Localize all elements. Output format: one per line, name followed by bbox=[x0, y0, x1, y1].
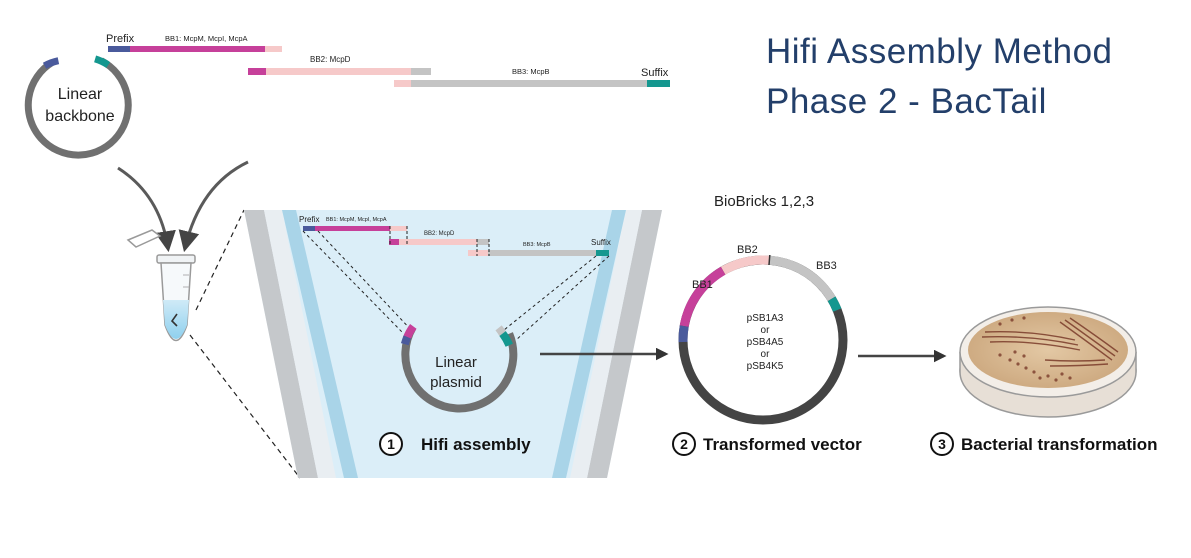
bb1-segment bbox=[130, 46, 265, 52]
vector-bb1-label: BB1 bbox=[692, 279, 713, 291]
top-bb2-label: BB2: McpD bbox=[310, 55, 351, 64]
bb3-segment bbox=[411, 80, 647, 87]
plasmid-bb3-end bbox=[495, 325, 507, 337]
tube-lid bbox=[126, 229, 162, 248]
vector-plasmid-options: pSB1A3 or pSB4A5 or pSB4K5 bbox=[747, 313, 784, 372]
top-fragment-bb3 bbox=[394, 80, 670, 87]
vector-bb3-label: BB3 bbox=[816, 260, 837, 272]
bb2-overlap-left bbox=[248, 68, 266, 75]
bb1-overlap bbox=[265, 46, 282, 52]
inset-bb1-label: BB1: McpM, McpI, McpA bbox=[326, 217, 387, 223]
step-3-label: Bacterial transformation bbox=[961, 435, 1158, 454]
vector-bb2-arc bbox=[720, 255, 770, 275]
backbone-prefix-end bbox=[42, 57, 60, 69]
inset-prefix-label: Prefix bbox=[299, 215, 319, 224]
bb2-overlap-right bbox=[411, 68, 431, 75]
top-bb1-label: BB1: McpM, McpI, McpA bbox=[165, 34, 248, 43]
option-or-1: or bbox=[761, 325, 771, 336]
inset-suffix-segment bbox=[596, 250, 609, 256]
inset-prefix-segment bbox=[303, 226, 315, 231]
prefix-segment bbox=[108, 46, 130, 52]
step-1-number: 1 bbox=[387, 436, 395, 452]
plasmid-label-line2: plasmid bbox=[430, 374, 482, 391]
vector-prefix-arc bbox=[678, 325, 689, 343]
vector-bb2-label: BB2 bbox=[737, 244, 758, 256]
inset-bb1-segment bbox=[315, 226, 390, 231]
bb2-segment bbox=[266, 68, 411, 75]
inset-bb3-left bbox=[468, 250, 488, 256]
zoom-line-top bbox=[195, 209, 245, 311]
step-1-marker: 1 bbox=[379, 432, 403, 456]
suffix-segment bbox=[647, 80, 670, 87]
option-2: pSB4A5 bbox=[747, 337, 784, 348]
plasmid-label-line1: Linear bbox=[435, 354, 477, 371]
top-suffix-label: Suffix bbox=[641, 67, 669, 79]
option-or-2: or bbox=[761, 349, 771, 360]
petri-dish bbox=[959, 306, 1137, 418]
option-1: pSB1A3 bbox=[747, 313, 784, 324]
backbone-suffix-end bbox=[93, 55, 111, 68]
title-line-1: Hifi Assembly Method bbox=[766, 32, 1113, 71]
inset-bb3-segment bbox=[488, 250, 596, 256]
step-1-label: Hifi assembly bbox=[421, 435, 531, 454]
option-3: pSB4K5 bbox=[747, 361, 784, 372]
linear-backbone bbox=[24, 55, 132, 159]
inset-bb1-overlap bbox=[390, 226, 407, 231]
top-fragment-bb2 bbox=[248, 68, 431, 75]
inset-bb2-label: BB2: McpD bbox=[424, 231, 455, 237]
title-line-2: Phase 2 - BacTail bbox=[766, 82, 1047, 121]
backbone-label-line2: backbone bbox=[45, 108, 114, 125]
top-prefix-label: Prefix bbox=[106, 33, 135, 45]
top-fragment-bb1 bbox=[108, 46, 282, 52]
tube-liquid bbox=[163, 300, 189, 339]
inset-suffix-label: Suffix bbox=[591, 238, 611, 247]
inset-bb2-right bbox=[477, 239, 489, 245]
step-3-marker: 3 bbox=[930, 432, 954, 456]
step-2-number: 2 bbox=[680, 436, 688, 452]
bb3-overlap-left bbox=[394, 80, 411, 87]
step-2-marker: 2 bbox=[672, 432, 696, 456]
step-3-number: 3 bbox=[938, 436, 946, 452]
plasmid-prefix-end bbox=[400, 335, 412, 346]
top-bb3-label: BB3: McpB bbox=[512, 67, 550, 76]
biobricks-label: BioBricks 1,2,3 bbox=[714, 193, 814, 210]
arrow-fragments-to-tube bbox=[178, 160, 249, 253]
inset-bb2-segment bbox=[399, 239, 477, 245]
inset-bb3-label: BB3: McpB bbox=[523, 242, 551, 248]
step-2-label: Transformed vector bbox=[703, 435, 862, 454]
backbone-label-line1: Linear bbox=[58, 86, 103, 103]
vector-suffix-arc bbox=[827, 296, 842, 312]
